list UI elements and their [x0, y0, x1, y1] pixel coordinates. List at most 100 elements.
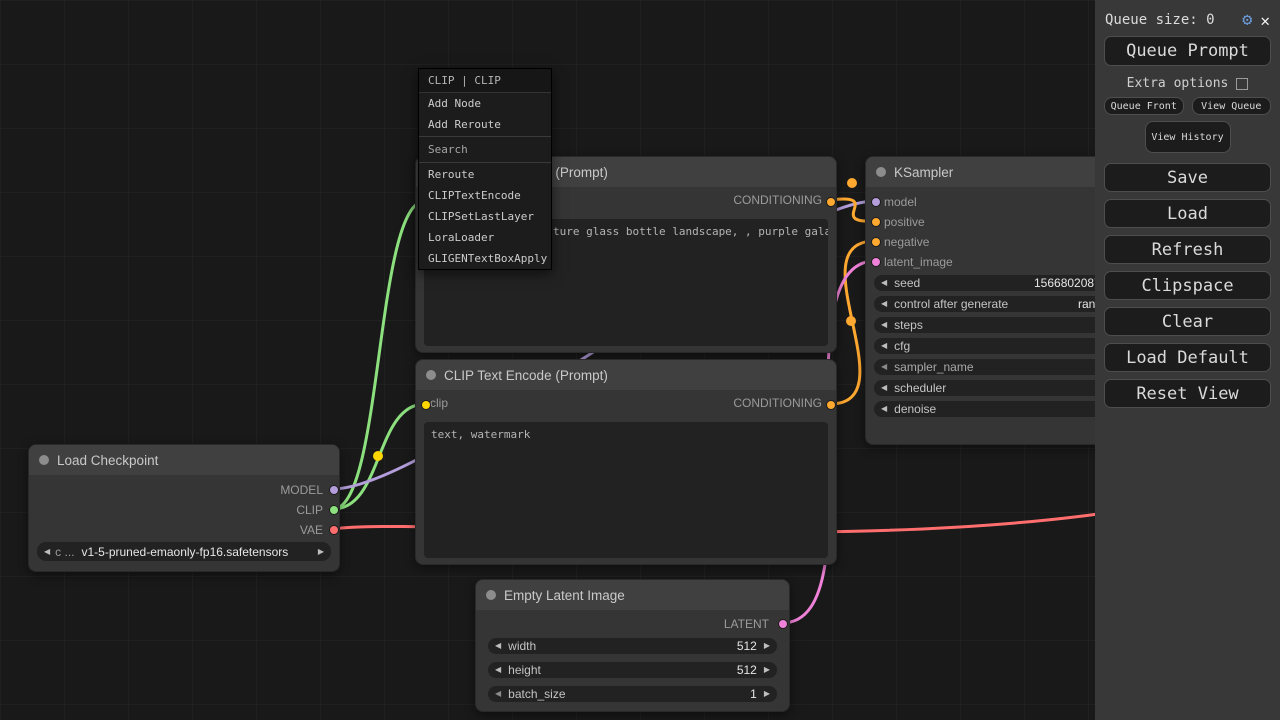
batch-size-widget[interactable]: ◀ batch_size 1 ▶: [488, 686, 777, 702]
menu-item-cliptextencode[interactable]: CLIPTextEncode: [419, 185, 551, 206]
settings-gear-icon[interactable]: ⚙: [1242, 10, 1252, 30]
widget-name: scheduler: [894, 381, 946, 395]
width-widget[interactable]: ◀ width 512 ▶: [488, 638, 777, 654]
ckpt-name-widget[interactable]: ◀ c ... v1-5-pruned-emaonly-fp16.safeten…: [37, 542, 331, 561]
model-output-port[interactable]: [330, 486, 338, 494]
extra-options-label: Extra options: [1127, 76, 1229, 91]
menu-item-gligentextboxapply[interactable]: GLIGENTextBoxApply: [419, 248, 551, 269]
clear-button[interactable]: Clear: [1104, 307, 1271, 336]
conditioning-output-port[interactable]: [827, 198, 835, 206]
save-button[interactable]: Save: [1104, 163, 1271, 192]
node-collapse-dot[interactable]: [39, 455, 49, 465]
menu-item-loraloader[interactable]: LoraLoader: [419, 227, 551, 248]
widget-name: seed: [894, 276, 920, 290]
node-clip-text-encode-bottom[interactable]: CLIP Text Encode (Prompt) clip CONDITION…: [415, 359, 837, 565]
prev-value-arrow-icon[interactable]: ◀: [881, 300, 887, 308]
negative-input-port[interactable]: [872, 238, 880, 246]
context-menu: CLIP | CLIP Add Node Add Reroute Search …: [418, 68, 552, 270]
prompt-textarea[interactable]: text, watermark: [424, 422, 828, 558]
load-button[interactable]: Load: [1104, 199, 1271, 228]
queue-front-button[interactable]: Queue Front: [1104, 97, 1184, 115]
model-input-port[interactable]: [872, 198, 880, 206]
clip-output-port[interactable]: [330, 506, 338, 514]
node-title-bar[interactable]: CLIP Text Encode (Prompt): [416, 360, 836, 390]
node-collapse-dot[interactable]: [426, 370, 436, 380]
link-dot-positive: [847, 178, 857, 188]
next-value-arrow-icon[interactable]: ▶: [764, 690, 770, 698]
node-title: Empty Latent Image: [504, 588, 625, 603]
menu-item-add-reroute[interactable]: Add Reroute: [419, 114, 551, 135]
prev-value-arrow-icon[interactable]: ◀: [881, 279, 887, 287]
widget-name: steps: [894, 318, 923, 332]
view-history-button[interactable]: View History: [1145, 121, 1231, 153]
next-value-arrow-icon[interactable]: ▶: [318, 548, 324, 556]
extra-options-checkbox[interactable]: [1236, 78, 1248, 90]
prev-value-arrow-icon[interactable]: ◀: [495, 642, 501, 650]
prev-value-arrow-icon[interactable]: ◀: [881, 363, 887, 371]
prev-value-arrow-icon[interactable]: ◀: [495, 666, 501, 674]
clipspace-button[interactable]: Clipspace: [1104, 271, 1271, 300]
clip-input-port[interactable]: [422, 401, 430, 409]
output-clip: CLIP: [29, 500, 339, 520]
load-default-button[interactable]: Load Default: [1104, 343, 1271, 372]
next-value-arrow-icon[interactable]: ▶: [764, 642, 770, 650]
node-load-checkpoint[interactable]: Load Checkpoint MODEL CLIP VAE ◀ c ... v…: [28, 444, 340, 572]
widget-value: 512: [737, 663, 757, 677]
close-menu-icon[interactable]: ✕: [1260, 11, 1270, 30]
link-dot-clip: [373, 451, 383, 461]
latent-output-port[interactable]: [779, 620, 787, 628]
prev-value-arrow-icon[interactable]: ◀: [881, 405, 887, 413]
output-model: MODEL: [29, 480, 339, 500]
view-queue-button[interactable]: View Queue: [1192, 97, 1272, 115]
widget-name: control after generate: [894, 297, 1008, 311]
node-title: CLIP Text Encode (Prompt): [444, 368, 608, 383]
menu-item-add-node[interactable]: Add Node: [419, 93, 551, 114]
widget-value: 1566802087: [1034, 276, 1101, 290]
prev-value-arrow-icon[interactable]: ◀: [44, 548, 50, 556]
menu-search-input[interactable]: Search: [419, 138, 551, 161]
widget-value: 512: [737, 639, 757, 653]
vae-output-port[interactable]: [330, 526, 338, 534]
node-title-bar[interactable]: Load Checkpoint: [29, 445, 339, 475]
menu-item-reroute[interactable]: Reroute: [419, 164, 551, 185]
menu-separator: [419, 136, 551, 137]
height-widget[interactable]: ◀ height 512 ▶: [488, 662, 777, 678]
widget-name: cfg: [894, 339, 910, 353]
widget-name: denoise: [894, 402, 936, 416]
node-collapse-dot[interactable]: [876, 167, 886, 177]
refresh-button[interactable]: Refresh: [1104, 235, 1271, 264]
link-dot-negative: [846, 316, 856, 326]
prev-value-arrow-icon[interactable]: ◀: [495, 690, 501, 698]
widget-value: v1-5-pruned-emaonly-fp16.safetensors: [82, 545, 289, 559]
comfy-menu-panel: Queue size: 0 ⚙ ✕ Queue Prompt Extra opt…: [1095, 0, 1280, 720]
output-vae: VAE: [29, 520, 339, 540]
reset-view-button[interactable]: Reset View: [1104, 379, 1271, 408]
input-clip-label: clip: [430, 396, 448, 410]
prev-value-arrow-icon[interactable]: ◀: [881, 321, 887, 329]
prev-value-arrow-icon[interactable]: ◀: [881, 342, 887, 350]
node-title: Load Checkpoint: [57, 453, 158, 468]
latent-image-input-port[interactable]: [872, 258, 880, 266]
menu-item-clipsetlastlayer[interactable]: CLIPSetLastLayer: [419, 206, 551, 227]
widget-name: sampler_name: [894, 360, 973, 374]
menu-separator: [419, 162, 551, 163]
widget-name: height: [508, 663, 541, 677]
next-value-arrow-icon[interactable]: ▶: [764, 666, 770, 674]
widget-label: c ...: [55, 545, 74, 559]
node-collapse-dot[interactable]: [486, 590, 496, 600]
prev-value-arrow-icon[interactable]: ◀: [881, 384, 887, 392]
conditioning-output-port[interactable]: [827, 401, 835, 409]
node-graph-canvas[interactable]: Load Checkpoint MODEL CLIP VAE ◀ c ... v…: [0, 0, 1280, 720]
widget-name: batch_size: [508, 687, 565, 701]
node-empty-latent-image[interactable]: Empty Latent Image LATENT ◀ width 512 ▶ …: [475, 579, 790, 712]
queue-size-label: Queue size: 0: [1105, 12, 1234, 28]
wire-clip-to-top-encode: [333, 201, 425, 509]
widget-name: width: [508, 639, 536, 653]
output-conditioning-label: CONDITIONING: [733, 396, 822, 410]
output-latent-label: LATENT: [476, 614, 789, 634]
node-title-bar[interactable]: Empty Latent Image: [476, 580, 789, 610]
output-conditioning-label: CONDITIONING: [733, 193, 822, 207]
queue-prompt-button[interactable]: Queue Prompt: [1104, 36, 1271, 66]
positive-input-port[interactable]: [872, 218, 880, 226]
widget-value: 1: [750, 687, 757, 701]
